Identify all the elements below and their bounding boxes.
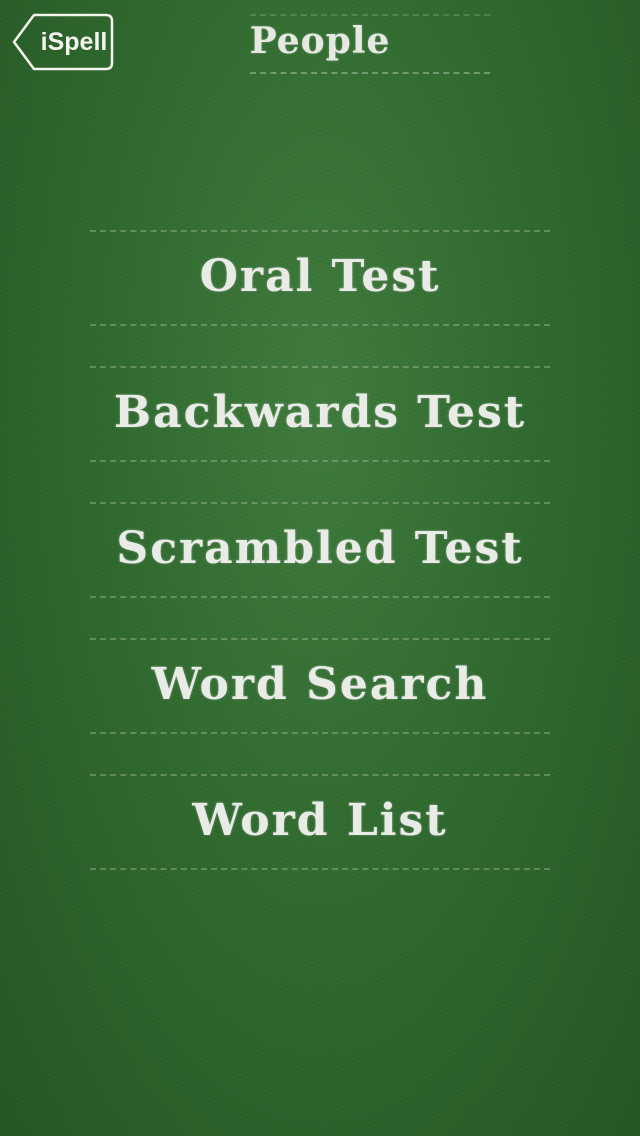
divider xyxy=(90,366,550,368)
menu-item-label: Oral Test xyxy=(199,251,441,302)
menu-item-label: Word Search xyxy=(151,659,489,710)
divider xyxy=(90,638,550,640)
menu-item-word-list[interactable]: Word List xyxy=(90,774,550,872)
menu-item-label: Word List xyxy=(192,795,448,846)
menu-item-scrambled-test[interactable]: Scrambled Test xyxy=(90,502,550,600)
divider xyxy=(90,732,550,734)
divider xyxy=(90,324,550,326)
menu-item-oral-test[interactable]: Oral Test xyxy=(90,230,550,328)
divider xyxy=(90,230,550,232)
divider xyxy=(90,596,550,598)
divider xyxy=(90,502,550,504)
menu-item-word-search[interactable]: Word Search xyxy=(90,638,550,736)
menu-item-label: Scrambled Test xyxy=(116,523,524,574)
divider xyxy=(90,868,550,870)
menu-item-backwards-test[interactable]: Backwards Test xyxy=(90,366,550,464)
divider xyxy=(90,774,550,776)
divider xyxy=(90,460,550,462)
test-menu: Oral Test Backwards Test Scrambled Test … xyxy=(0,0,640,1136)
menu-item-label: Backwards Test xyxy=(113,387,527,438)
